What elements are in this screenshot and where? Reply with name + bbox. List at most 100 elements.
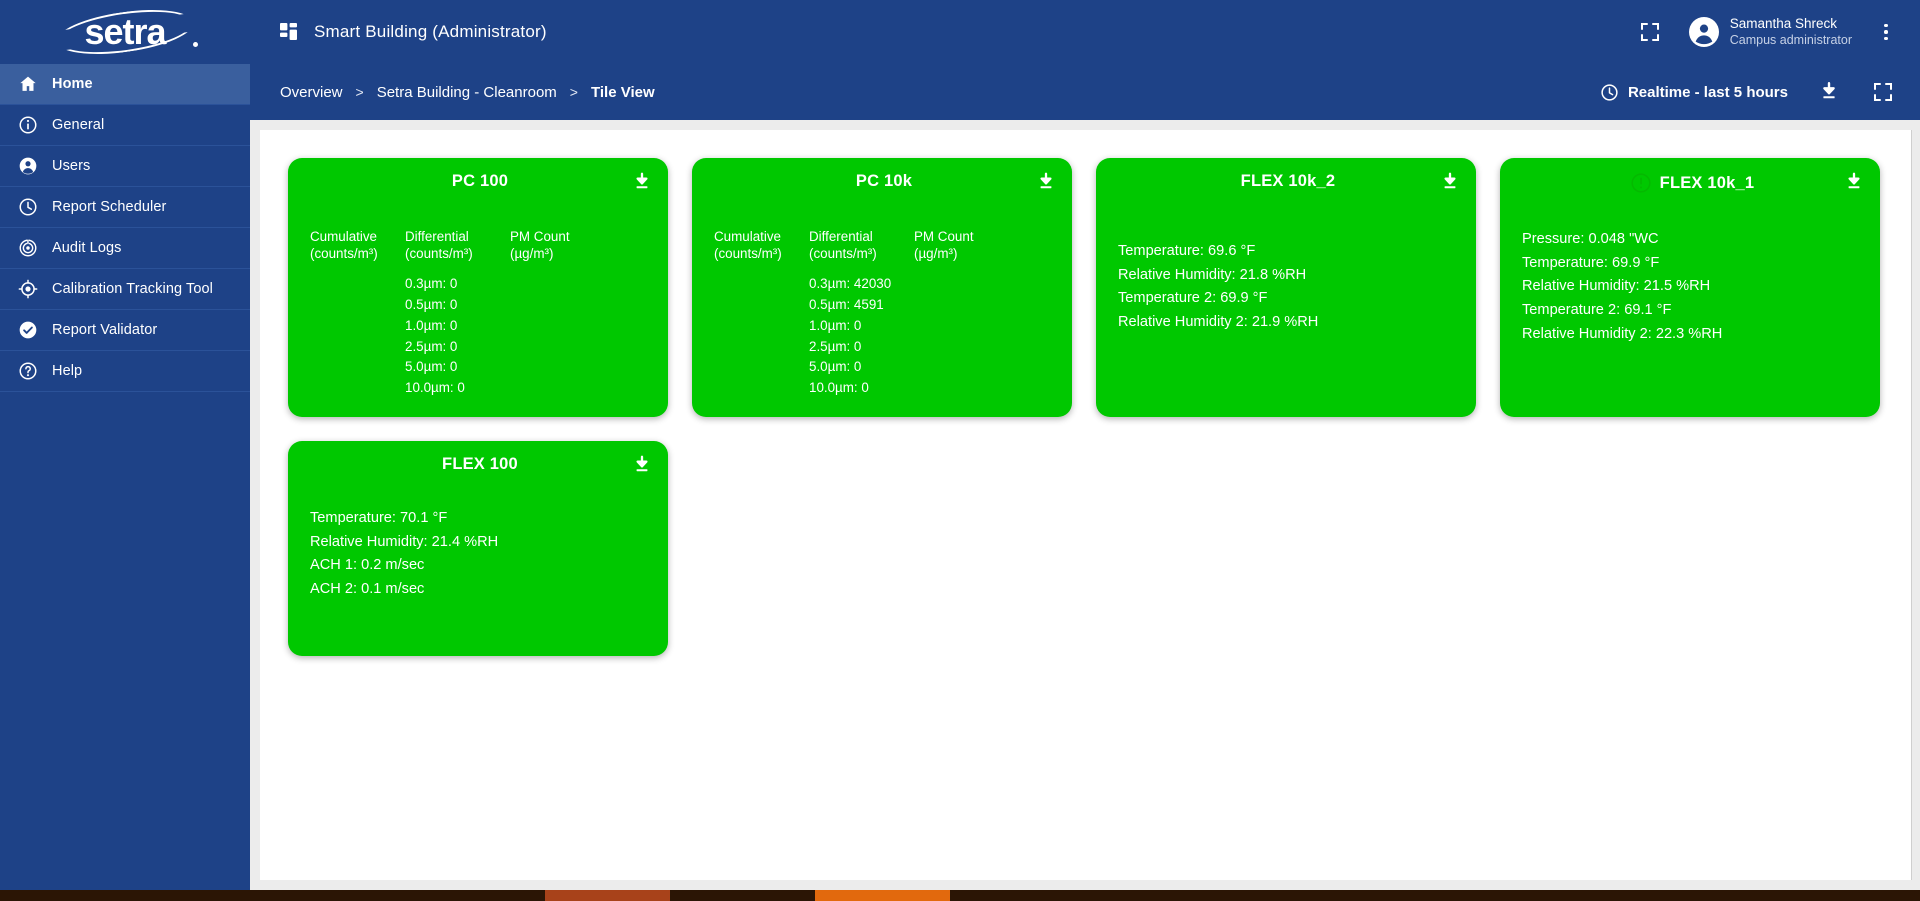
taskbar-segment-active[interactable]	[545, 890, 670, 901]
sidebar-item-general[interactable]: General	[0, 105, 250, 146]
download-icon[interactable]	[632, 172, 652, 192]
breadcrumb-separator: >	[355, 84, 364, 100]
particle-row: 1.0µm: 0	[809, 317, 862, 333]
sidebar-item-home[interactable]: Home	[0, 64, 250, 105]
sidebar: setra Home General Users Report Schedule…	[0, 0, 250, 890]
column-header: PM Count (µg/m³)	[914, 229, 974, 262]
home-icon	[20, 76, 36, 91]
particle-row: 5.0µm: 0	[809, 359, 862, 375]
reading-row: Temperature: 69.6 °F	[1118, 243, 1256, 259]
sidebar-item-users[interactable]: Users	[0, 146, 250, 187]
sensor-readings: Pressure: 0.048 "WC Temperature: 69.9 °F…	[1522, 202, 1862, 346]
sensor-tile-flex-100[interactable]: FLEX 100 Temperature: 70.1 °F Relative H…	[288, 440, 668, 656]
tile-title: PC 100	[451, 172, 509, 190]
breadcrumb-item-building[interactable]: Setra Building - Cleanroom	[377, 84, 557, 101]
tile-view-panel: PC 100 Cumulative (counts/m³) Differenti…	[260, 130, 1912, 880]
sidebar-item-label: Home	[52, 76, 93, 92]
download-icon[interactable]	[1036, 172, 1056, 192]
particle-count-table: Cumulative (counts/m³) Differential (cou…	[310, 202, 650, 399]
download-icon[interactable]	[1844, 172, 1864, 192]
logo-registered-dot-icon	[193, 42, 198, 47]
reading-row: Relative Humidity 2: 21.9 %RH	[1118, 313, 1319, 330]
top-bar: Smart Building (Administrator) Samantha …	[250, 0, 1920, 64]
sidebar-item-report-scheduler[interactable]: Report Scheduler	[0, 187, 250, 228]
user-role: Campus administrator	[1729, 32, 1852, 47]
content-background: PC 100 Cumulative (counts/m³) Differenti…	[250, 120, 1920, 890]
sidebar-nav: Home General Users Report Scheduler Audi…	[0, 64, 250, 392]
reading-row: Temperature 2: 69.1 °F	[1522, 301, 1672, 318]
particle-row: 5.0µm: 0	[405, 359, 458, 375]
dashboard-grid-icon	[280, 23, 297, 40]
clock-icon	[1601, 83, 1618, 101]
column-pm-count: PM Count (µg/m³)	[914, 228, 1014, 399]
user-menu[interactable]: Samantha Shreck Campus administrator	[1688, 16, 1852, 48]
sidebar-item-help[interactable]: Help	[0, 351, 250, 392]
breadbar-tools: Realtime - last 5 hours	[1600, 79, 1896, 105]
main-region: Smart Building (Administrator) Samantha …	[250, 0, 1920, 890]
clock-icon	[19, 198, 37, 216]
particle-row: 10.0µm: 0	[809, 380, 869, 396]
reading-row: Relative Humidity: 21.5 %RH	[1522, 278, 1711, 295]
column-header: Cumulative (counts/m³)	[310, 229, 378, 262]
sidebar-item-label: Calibration Tracking Tool	[52, 281, 214, 297]
reading-row: Temperature: 69.9 °F	[1522, 254, 1660, 271]
sensor-readings: Temperature: 70.1 °F Relative Humidity: …	[310, 485, 650, 602]
column-cumulative: Cumulative (counts/m³)	[310, 228, 405, 399]
sidebar-item-label: Report Validator	[52, 322, 158, 338]
tile-title-text: FLEX 10k_1	[1659, 173, 1755, 192]
reading-row: Relative Humidity 2: 22.3 %RH	[1522, 325, 1723, 342]
column-header: PM Count (µg/m³)	[510, 229, 570, 262]
tile-grid: PC 100 Cumulative (counts/m³) Differenti…	[288, 158, 1911, 656]
particle-row: 0.5µm: 0	[405, 297, 458, 313]
sensor-readings: Temperature: 69.6 °F Relative Humidity: …	[1118, 202, 1458, 335]
tile-title: FLEX 100	[442, 454, 518, 473]
kebab-dot	[1884, 30, 1888, 34]
sensor-tile-pc-100[interactable]: PC 100 Cumulative (counts/m³) Differenti…	[288, 158, 668, 417]
tile-header: FLEX 100	[310, 455, 650, 481]
app-root: setra Home General Users Report Schedule…	[0, 0, 1920, 890]
audit-icon	[19, 239, 37, 257]
column-pm-count: PM Count (µg/m³)	[510, 228, 610, 399]
time-range-selector[interactable]: Realtime - last 5 hours	[1600, 83, 1788, 102]
taskbar-segment	[950, 890, 1920, 901]
breadcrumb-separator: >	[569, 84, 578, 100]
user-info: Samantha Shreck Campus administrator	[1730, 16, 1852, 48]
sidebar-item-label: Help	[52, 363, 83, 379]
tile-header: FLEX 10k_1	[1522, 172, 1862, 198]
column-values: 0.3µm: 0 0.5µm: 0 1.0µm: 0 2.5µm: 0 5.0µ…	[405, 274, 510, 399]
sensor-tile-pc-10k[interactable]: PC 10k Cumulative (counts/m³) Differenti…	[692, 158, 1072, 417]
sidebar-item-audit-logs[interactable]: Audit Logs	[0, 228, 250, 269]
download-icon[interactable]	[1440, 172, 1460, 192]
reading-row: Temperature: 70.1 °F	[310, 509, 448, 526]
kebab-menu-button[interactable]	[1876, 19, 1896, 45]
column-header: Differential (counts/m³)	[405, 229, 473, 262]
column-values: 0.3µm: 42030 0.5µm: 4591 1.0µm: 0 2.5µm:…	[809, 274, 914, 399]
tile-title: FLEX 10k_2	[1240, 172, 1336, 190]
app-title: Smart Building (Administrator)	[314, 22, 547, 41]
sidebar-item-calibration-tracking-tool[interactable]: Calibration Tracking Tool	[0, 269, 250, 310]
sensor-tile-flex-10k-2[interactable]: FLEX 10k_2 Temperature: 69.6 °F Relative…	[1096, 158, 1476, 417]
sensor-tile-flex-10k-1[interactable]: FLEX 10k_1 Pressure: 0.048 "WC Temperatu…	[1500, 158, 1880, 417]
breadcrumb-item-overview[interactable]: Overview	[280, 84, 343, 101]
breadcrumb-item-current: Tile View	[590, 83, 655, 101]
download-icon[interactable]	[632, 455, 652, 475]
time-range-label: Realtime - last 5 hours	[1627, 83, 1788, 101]
reading-row: Relative Humidity: 21.8 %RH	[1118, 266, 1307, 283]
column-header: Differential (counts/m³)	[809, 229, 877, 262]
fullscreen-button[interactable]	[1637, 19, 1663, 45]
taskbar-segment-highlight[interactable]	[815, 890, 950, 901]
sidebar-item-report-validator[interactable]: Report Validator	[0, 310, 250, 351]
download-button[interactable]	[1816, 79, 1842, 105]
info-icon	[19, 116, 37, 134]
reading-row: ACH 1: 0.2 m/sec	[310, 557, 425, 574]
expand-fullscreen-button[interactable]	[1870, 79, 1896, 105]
tile-title: FLEX 10k_1	[1630, 172, 1755, 194]
column-differential: Differential (counts/m³) 0.3µm: 42030 0.…	[809, 228, 914, 399]
os-taskbar	[0, 890, 1920, 901]
kebab-dot	[1884, 36, 1888, 41]
alert-circle-icon	[1631, 173, 1651, 193]
particle-row: 1.0µm: 0	[405, 317, 458, 333]
fullscreen-icon	[1640, 23, 1659, 41]
column-header: Cumulative (counts/m³)	[714, 229, 782, 262]
particle-row: 10.0µm: 0	[405, 380, 465, 396]
